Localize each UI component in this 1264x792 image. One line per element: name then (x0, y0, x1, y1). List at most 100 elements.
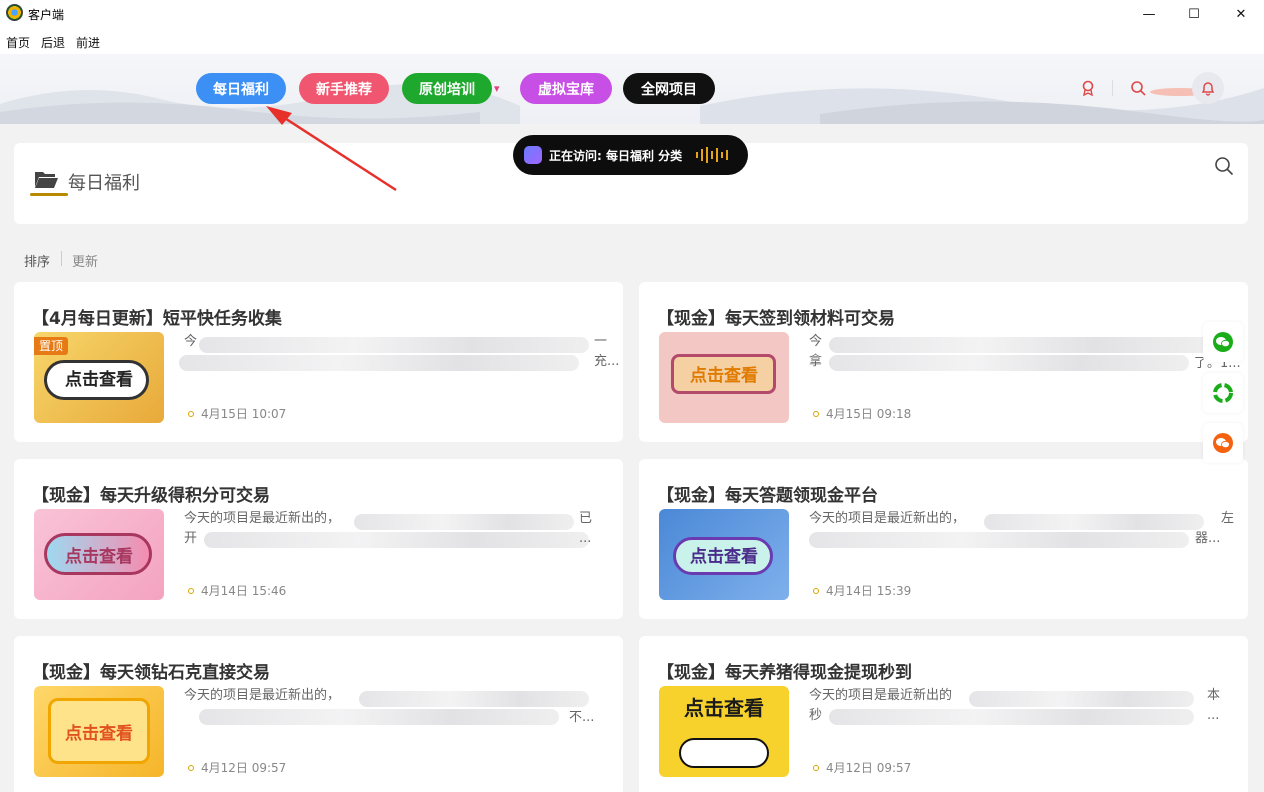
thumbnail-label: 点击查看 (690, 366, 758, 386)
card-title[interactable]: 【现金】每天答题领现金平台 (657, 481, 878, 506)
card-desc-end: 本... (1207, 688, 1221, 723)
chat-icon (1213, 433, 1233, 453)
chat-button[interactable] (1203, 423, 1243, 463)
card-desc-start: 今 (184, 334, 198, 349)
moments-button[interactable] (1203, 373, 1243, 413)
card-desc-end: 左器... (1195, 511, 1235, 546)
card-desc-start: 今天的项目是最近新出的， (184, 688, 341, 703)
bell-icon (1201, 82, 1215, 96)
card-1[interactable]: 【现金】每天签到领材料可交易 点击查看 今 拿 了。1... 4月15日 09:… (639, 282, 1248, 442)
card-desc-start: 今 (809, 334, 823, 349)
card-desc-end: 一充... (594, 334, 620, 369)
pinned-badge: 置顶 (34, 337, 69, 355)
chat-bubble-icon (524, 146, 542, 164)
card-date: 4月12日 09:57 (188, 759, 286, 776)
card-desc-line2: 开 (184, 531, 198, 546)
card-date: 4月14日 15:46 (188, 582, 286, 599)
menu-home[interactable]: 首页 (6, 34, 30, 51)
audio-wave-icon (696, 147, 728, 163)
medal-icon[interactable] (1080, 80, 1096, 96)
card-title[interactable]: 【现金】每天领钻石克直接交易 (32, 658, 270, 683)
redacted-text (829, 709, 1194, 725)
card-desc-start: 今天的项目是最近新出的， (809, 511, 966, 526)
redacted-text (969, 691, 1194, 707)
thumbnail-label: 点击查看 (690, 547, 758, 567)
card-desc-start: 今天的项目是最近新出的， (184, 511, 341, 526)
header-divider (1112, 80, 1113, 96)
wechat-icon (1213, 332, 1233, 352)
category-underline (30, 193, 68, 196)
card-date: 4月15日 09:18 (813, 405, 911, 422)
sort-by-update[interactable]: 更新 (72, 251, 98, 270)
wechat-button[interactable] (1203, 322, 1243, 362)
card-desc-line2: 拿 (809, 354, 823, 369)
redacted-text (354, 514, 574, 530)
folder-open-icon (35, 172, 58, 188)
redacted-text (829, 355, 1189, 371)
tab-virtual-treasury[interactable]: 虚拟宝库 (520, 73, 612, 104)
clock-dot-icon (813, 764, 819, 771)
maximize-button[interactable]: ☐ (1171, 0, 1217, 28)
menu-back[interactable]: 后退 (41, 34, 65, 51)
visiting-text: 正在访问: 每日福利 分类 (549, 149, 683, 163)
card-title[interactable]: 【4月每日更新】短平快任务收集 (32, 304, 282, 329)
redacted-text (199, 709, 559, 725)
thumbnail-label: 点击查看 (65, 547, 133, 567)
card-date: 4月14日 15:39 (813, 582, 911, 599)
card-thumbnail[interactable]: 点击查看 置顶 (34, 332, 164, 423)
clock-dot-icon (188, 410, 194, 417)
redacted-text (199, 337, 589, 353)
menu-forward[interactable]: 前进 (76, 34, 100, 51)
clock-dot-icon (188, 587, 194, 594)
clock-dot-icon (813, 587, 819, 594)
card-4[interactable]: 【现金】每天领钻石克直接交易 点击查看 今天的项目是最近新出的， 不... 4月… (14, 636, 623, 792)
sort-divider (61, 251, 62, 266)
card-thumbnail[interactable]: 点击查看 (659, 686, 789, 777)
app-logo-icon (6, 4, 23, 21)
card-thumbnail[interactable]: 点击查看 (659, 509, 789, 600)
clock-dot-icon (813, 410, 819, 417)
card-desc-end: 不... (569, 710, 595, 725)
tab-original-training[interactable]: 原创培训 (402, 73, 492, 104)
redacted-text (179, 355, 579, 371)
card-thumbnail[interactable]: 点击查看 (34, 686, 164, 777)
card-title[interactable]: 【现金】每天养猪得现金提现秒到 (657, 658, 912, 683)
thumbnail-label: 点击查看 (65, 724, 133, 744)
tab-daily-welfare[interactable]: 每日福利 (196, 73, 286, 104)
menu-bar: 首页 后退 前进 (0, 28, 1264, 54)
card-title[interactable]: 【现金】每天升级得积分可交易 (32, 481, 270, 506)
moments-icon (1213, 383, 1233, 403)
chevron-down-icon[interactable]: ▾ (494, 82, 500, 95)
category-title: 每日福利 (68, 173, 140, 194)
bell-button[interactable] (1192, 72, 1224, 104)
redacted-text (204, 532, 589, 548)
header-banner: 每日福利 新手推荐 原创培训 ▾ 虚拟宝库 全网项目 (0, 54, 1264, 124)
redacted-text (984, 514, 1204, 530)
card-thumbnail[interactable]: 点击查看 (34, 509, 164, 600)
search-icon[interactable] (1214, 156, 1234, 176)
tab-all-projects[interactable]: 全网项目 (623, 73, 715, 104)
card-desc-start: 今天的项目是最近新出的 (809, 688, 953, 703)
card-date: 4月15日 10:07 (188, 405, 286, 422)
minimize-button[interactable]: — (1126, 0, 1172, 28)
sort-label: 排序 (24, 255, 51, 270)
card-desc-line2: 秒 (809, 708, 823, 723)
card-5[interactable]: 【现金】每天养猪得现金提现秒到 点击查看 今天的项目是最近新出的 秒 本... … (639, 636, 1248, 792)
title-bar: 客户端 — ☐ ✕ (0, 0, 1264, 28)
window-title: 客户端 (28, 8, 65, 22)
card-3[interactable]: 【现金】每天答题领现金平台 点击查看 今天的项目是最近新出的， 左器... 4月… (639, 459, 1248, 619)
clock-dot-icon (188, 764, 194, 771)
close-button[interactable]: ✕ (1218, 0, 1264, 28)
redacted-text (359, 691, 589, 707)
search-icon[interactable] (1130, 80, 1146, 96)
redacted-text (829, 337, 1209, 353)
card-2[interactable]: 【现金】每天升级得积分可交易 点击查看 今天的项目是最近新出的， 开 已... … (14, 459, 623, 619)
visiting-indicator: 正在访问: 每日福利 分类 (513, 135, 748, 175)
card-title[interactable]: 【现金】每天签到领材料可交易 (657, 304, 895, 329)
tab-newbie-recommend[interactable]: 新手推荐 (299, 73, 389, 104)
card-date: 4月12日 09:57 (813, 759, 911, 776)
card-0[interactable]: 【4月每日更新】短平快任务收集 点击查看 置顶 今 一充... 4月15日 10… (14, 282, 623, 442)
card-thumbnail[interactable]: 点击查看 (659, 332, 789, 423)
redacted-text (809, 532, 1189, 548)
card-desc-end: 已... (579, 511, 593, 546)
